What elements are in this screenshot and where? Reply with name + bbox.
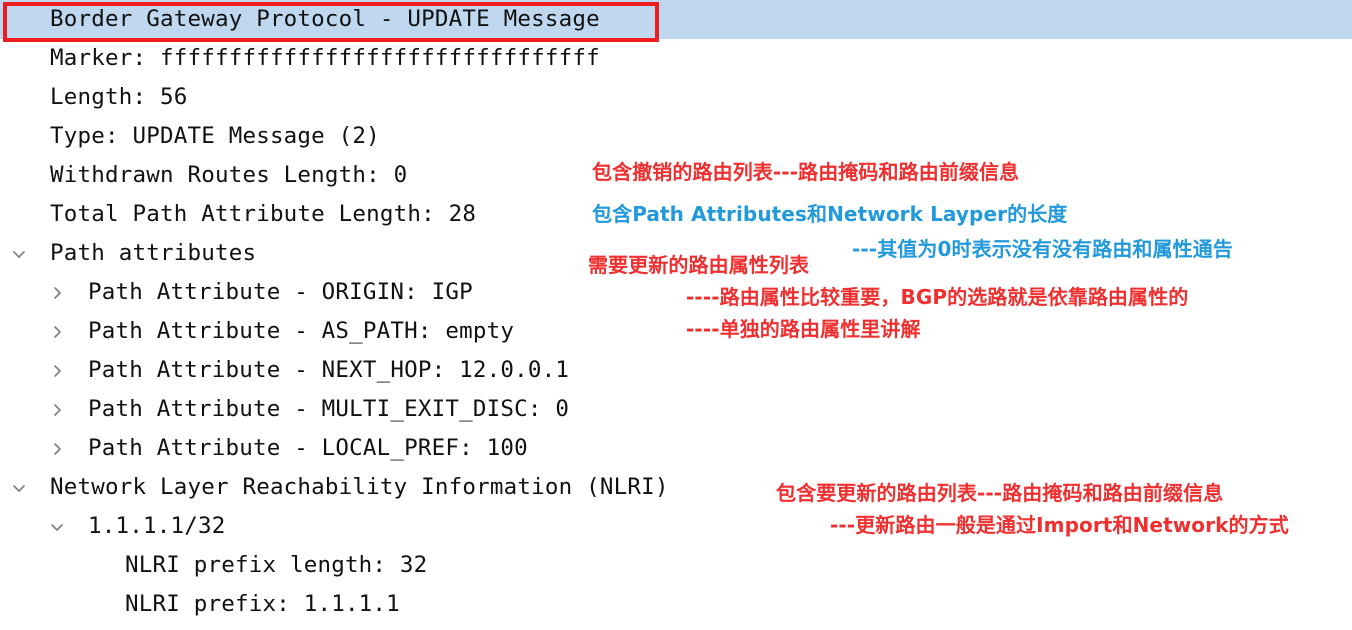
chevron-down-icon[interactable] — [6, 468, 32, 495]
annotation-text: 包含Path Attributes和Network Layper的长度 — [592, 202, 1068, 226]
tree-row-label: Total Path Attribute Length: 28 — [50, 201, 477, 227]
tree-row-bgp-update-root[interactable]: Border Gateway Protocol - UPDATE Message — [0, 0, 1352, 39]
annotation-text: ----路由属性比较重要，BGP的选路就是依靠路由属性的 — [686, 285, 1189, 309]
tree-row-label: Length: 56 — [50, 84, 188, 110]
tree-row-label: NLRI prefix length: 32 — [125, 552, 428, 578]
chevron-down-icon[interactable] — [44, 507, 70, 534]
tree-row-label: Type: UPDATE Message (2) — [50, 123, 380, 149]
tree-row[interactable]: NLRI prefix length: 32 — [0, 546, 1352, 585]
chevron-down-icon[interactable] — [6, 234, 32, 261]
tree-row[interactable]: NLRI prefix: 1.1.1.1 — [0, 585, 1352, 624]
tree-row-label: Network Layer Reachability Information (… — [50, 474, 669, 500]
chevron-right-icon[interactable] — [44, 351, 70, 378]
annotation-text: 需要更新的路由属性列表 — [588, 253, 810, 277]
chevron-right-icon[interactable] — [44, 312, 70, 339]
tree-row-label: NLRI prefix: 1.1.1.1 — [125, 591, 400, 617]
annotation-text: ---更新路由一般是通过Import和Network的方式 — [830, 513, 1289, 537]
tree-row-label: Path Attribute - ORIGIN: IGP — [88, 279, 473, 305]
chevron-right-icon[interactable] — [44, 429, 70, 456]
tree-row-label: 1.1.1.1/32 — [88, 513, 226, 539]
tree-row-label: Border Gateway Protocol - UPDATE Message — [50, 6, 600, 32]
annotation-text: 包含要更新的路由列表---路由掩码和路由前缀信息 — [776, 481, 1224, 505]
tree-row-label: Marker: ffffffffffffffffffffffffffffffff — [50, 45, 600, 71]
tree-row-label: Path Attribute - LOCAL_PREF: 100 — [88, 435, 528, 461]
tree-row-label: Path Attribute - MULTI_EXIT_DISC: 0 — [88, 396, 570, 422]
tree-row[interactable]: Path Attribute - NEXT_HOP: 12.0.0.1 — [0, 351, 1352, 390]
annotation-text: ----单独的路由属性里讲解 — [686, 317, 921, 341]
annotation-text: ---其值为0时表示没有没有路由和属性通告 — [852, 237, 1233, 261]
tree-row[interactable]: Path Attribute - MULTI_EXIT_DISC: 0 — [0, 390, 1352, 429]
tree-row[interactable]: Path Attribute - AS_PATH: empty — [0, 312, 1352, 351]
tree-row-label: Path Attribute - AS_PATH: empty — [88, 318, 515, 344]
tree-row[interactable]: Length: 56 — [0, 78, 1352, 117]
tree-row[interactable]: Marker: ffffffffffffffffffffffffffffffff — [0, 39, 1352, 78]
tree-row-label: Path attributes — [50, 240, 257, 266]
tree-row-label: Path Attribute - NEXT_HOP: 12.0.0.1 — [88, 357, 570, 383]
tree-row[interactable]: Path Attribute - LOCAL_PREF: 100 — [0, 429, 1352, 468]
tree-row-label: Withdrawn Routes Length: 0 — [50, 162, 408, 188]
chevron-right-icon[interactable] — [44, 273, 70, 300]
tree-row[interactable]: Type: UPDATE Message (2) — [0, 117, 1352, 156]
chevron-right-icon[interactable] — [44, 390, 70, 417]
annotation-text: 包含撤销的路由列表---路由掩码和路由前缀信息 — [592, 160, 1020, 184]
